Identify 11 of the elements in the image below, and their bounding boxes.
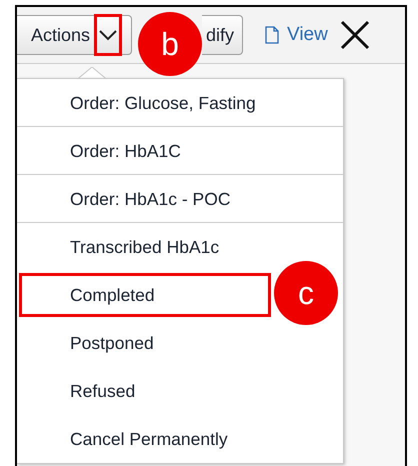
view-link[interactable]: View xyxy=(265,24,328,46)
actions-button[interactable]: Actions xyxy=(17,15,132,55)
close-icon[interactable] xyxy=(340,20,370,50)
modify-button[interactable]: dify xyxy=(202,15,243,55)
menu-item[interactable]: Refused xyxy=(17,367,343,415)
menu-item[interactable]: Cancel Permanently xyxy=(17,415,343,463)
menu-item[interactable]: Completed xyxy=(17,271,273,319)
document-icon xyxy=(265,26,279,44)
menu-item[interactable]: Order: HbA1C xyxy=(17,127,343,175)
menu-item[interactable]: Order: HbA1c - POC xyxy=(17,175,343,223)
menu-item[interactable]: Order: Glucose, Fasting xyxy=(17,79,343,127)
